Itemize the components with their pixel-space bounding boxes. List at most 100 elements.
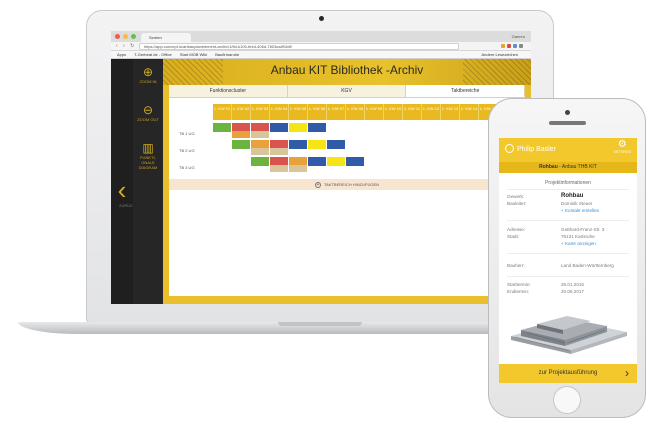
bauleiter-label: Bauleiter:: [507, 201, 527, 206]
schedule-cell[interactable]: [251, 131, 269, 138]
divider: [507, 253, 629, 254]
bauleiter-value: Dominik Steuer: [561, 201, 593, 206]
app-header: Anbau KIT Bibliothek -Archiv: [163, 59, 531, 85]
menu-icon[interactable]: [519, 44, 523, 48]
building-icon: ▥: [142, 141, 154, 155]
chevron-left-icon: ‹: [117, 175, 127, 205]
user-name: Philip Basler: [517, 146, 556, 153]
schedule-cell[interactable]: [270, 148, 288, 155]
url-field[interactable]: https://app.concept.io/anbauplanelement-…: [139, 43, 459, 50]
schedule-cell[interactable]: [251, 157, 269, 166]
week-header: 1. KW 01 1. KW 02 1. KW 03 1. KW 04 1. KW 05…: [213, 104, 498, 120]
zoom-out-icon: ⊖: [142, 103, 154, 117]
chevron-right-icon: ›: [625, 366, 629, 380]
bookmark[interactable]: T-Gerbeat de - Office: [134, 52, 172, 57]
product-mockup: Screen Gaereo ‹ › ↻ https://app.concept.…: [0, 0, 653, 424]
zoom-in-icon: ⊕: [142, 65, 154, 79]
schedule-cell[interactable]: [251, 148, 269, 155]
row-label: TB 2 UG: [179, 148, 195, 153]
add-taktbereich-label: TAKTBEREICH HINZUFÜGEN: [323, 182, 380, 187]
settings-button[interactable]: ⚙ SETTINGS: [613, 140, 631, 155]
functional-diagram-button[interactable]: ▥ FUNKTI- ONALE DIAGRAM: [133, 141, 163, 170]
laptop-camera: [319, 16, 324, 21]
schedule-panel: Funktionscluster KGV Taktbereiche 1. KW …: [169, 85, 525, 296]
main-area: Funktionscluster KGV Taktbereiche 1. KW …: [163, 85, 531, 304]
phone-header: Philip Basler ⚙ SETTINGS: [499, 138, 637, 162]
phone-screen: Philip Basler ⚙ SETTINGS Rohbau - Anbau …: [499, 138, 637, 383]
week-column-header: 1. KW 13: [441, 104, 460, 120]
tab-strip: Funktionscluster KGV Taktbereiche: [169, 85, 525, 98]
project-execution-label: zur Projektausführung: [538, 370, 598, 376]
schedule-cell[interactable]: [289, 123, 307, 132]
gewerk-value: Rohbau: [561, 193, 584, 199]
bookmark[interactable]: Baufirmaruhe: [215, 52, 239, 57]
schedule-cell[interactable]: [213, 123, 231, 132]
adresse-value: Gotthard-Franz-Str. 3: [561, 227, 605, 232]
laptop-screen: Screen Gaereo ‹ › ↻ https://app.concept.…: [111, 31, 531, 304]
week-column-header: 1. KW 06: [308, 104, 327, 120]
stadt-value: 76131 Karlsruhe: [561, 234, 595, 239]
divider: [507, 276, 629, 277]
maximize-dot[interactable]: [131, 34, 136, 39]
nav-arrows-icon[interactable]: ‹ › ↻: [116, 43, 136, 50]
minimize-dot[interactable]: [123, 34, 128, 39]
project-execution-button[interactable]: zur Projektausführung ›: [499, 364, 637, 383]
schedule-cell[interactable]: [308, 140, 326, 149]
tab-funktionscluster[interactable]: Funktionscluster: [169, 85, 288, 97]
schedule-cell[interactable]: [232, 131, 250, 138]
gewerk-label: Gewerk:: [507, 194, 525, 199]
week-column-header: 1. KW 12: [422, 104, 441, 120]
bookmark[interactable]: Start MOB Wiki: [180, 52, 207, 57]
back-button[interactable]: ‹ ZURÜCK: [111, 175, 136, 208]
schedule-cell[interactable]: [346, 157, 364, 166]
end-value: 20.06.2017: [561, 289, 584, 294]
schedule-cell[interactable]: [270, 123, 288, 132]
start-label: Starttermin:: [507, 282, 531, 287]
adresse-label: Adresse:: [507, 227, 526, 232]
tab-kgv[interactable]: KGV: [288, 85, 407, 97]
schedule-cell[interactable]: [327, 140, 345, 149]
start-value: 25.01.2016: [561, 282, 584, 287]
trade-name: Rohbau: [539, 164, 558, 170]
extension-icon[interactable]: [513, 44, 517, 48]
close-dot[interactable]: [115, 34, 120, 39]
zoom-in-button[interactable]: ⊕ ZOOM IN: [133, 65, 163, 84]
week-column-header: 1. KW 09: [365, 104, 384, 120]
schedule-cell[interactable]: [289, 165, 307, 172]
project-name: - Anbau THB KIT: [557, 164, 597, 170]
week-column-header: 1. KW 01: [213, 104, 232, 120]
window-controls: [115, 34, 136, 39]
bookmarks-bar: Apps T-Gerbeat de - Office Start MOB Wik…: [111, 51, 531, 59]
app-sidebar: ‹ ZURÜCK: [111, 59, 136, 304]
extension-icon[interactable]: [507, 44, 511, 48]
phone-speaker: [549, 121, 586, 125]
row-label: TB 3 UG: [179, 165, 195, 170]
tab-taktbereiche[interactable]: Taktbereiche: [406, 85, 525, 97]
bauherr-value: Land Baden-Württemberg: [561, 263, 614, 268]
schedule-cell[interactable]: [308, 123, 326, 132]
page-title: Anbau KIT Bibliothek -Archiv: [270, 63, 424, 77]
week-column-header: 1. KW 10: [384, 104, 403, 120]
bookmark[interactable]: Apps: [117, 52, 126, 57]
schedule-cell[interactable]: [327, 157, 345, 166]
browser-tab[interactable]: Screen: [141, 33, 191, 42]
schedule-cell[interactable]: [308, 157, 326, 166]
project-subtitle: Rohbau - Anbau THB KIT: [499, 162, 637, 173]
add-taktbereich-button[interactable]: + TAKTBEREICH HINZUFÜGEN: [169, 179, 525, 190]
home-button[interactable]: [553, 386, 581, 414]
schedule-cell[interactable]: [232, 140, 250, 149]
zoom-out-button[interactable]: ⊖ ZOOM OUT: [133, 103, 163, 122]
browser-tabbar: Screen Gaereo: [111, 31, 531, 42]
user-info[interactable]: Philip Basler: [505, 144, 556, 155]
show-map-link[interactable]: + Karte anzeigen: [561, 241, 596, 247]
zoom-in-label: ZOOM IN: [139, 79, 157, 84]
section-title: Projektinformationen: [545, 180, 591, 186]
other-bookmarks[interactable]: Andere Lesezeichen: [482, 51, 518, 58]
create-contact-link[interactable]: + Kontakt erstellen: [561, 208, 599, 214]
end-label: Endtermin:: [507, 289, 530, 294]
laptop-notch: [278, 322, 362, 326]
window-user[interactable]: Gaereo: [512, 33, 525, 40]
schedule-cell[interactable]: [289, 140, 307, 149]
extension-icon[interactable]: [501, 44, 505, 48]
schedule-cell[interactable]: [270, 165, 288, 172]
